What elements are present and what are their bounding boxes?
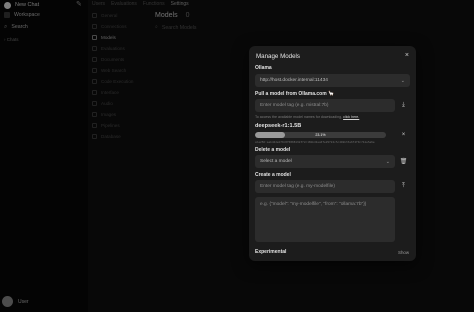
create-model-placeholder: Enter model tag (e.g. my-modelfile)	[260, 184, 335, 189]
create-model-input[interactable]: Enter model tag (e.g. my-modelfile)	[255, 180, 395, 193]
pull-digest: sha256:aabd4debf0c8f08881923f2c18bbd2aa0…	[255, 140, 375, 144]
ollama-url-select[interactable]: http://host.docker.internal:11434 ⌄	[255, 74, 410, 87]
pull-model-label: Pull a model from Ollama.com 🦙	[255, 91, 334, 97]
ollama-logo-icon: 🦙	[328, 91, 335, 97]
show-experimental-button[interactable]: Show	[398, 250, 409, 255]
pull-model-name: deepseek-r1:1.5B	[255, 123, 302, 129]
pull-model-placeholder: Enter model tag (e.g. mistral:7b)	[260, 103, 329, 108]
click-here-link[interactable]: click here.	[343, 115, 359, 119]
ollama-url-value: http://host.docker.internal:11434	[260, 78, 328, 83]
ollama-label: Ollama	[255, 65, 272, 71]
modelfile-placeholder: e.g. {"model": "my-modelfile", "from": "…	[260, 202, 367, 207]
pull-progress-bar: 23.1%	[255, 132, 386, 138]
close-icon[interactable]: ×	[405, 52, 409, 59]
pull-progress-label: 23.1%	[315, 133, 326, 137]
pull-hint: To access the available model names for …	[255, 115, 359, 119]
experimental-label: Experimental	[255, 249, 287, 255]
pull-model-input[interactable]: Enter model tag (e.g. mistral:7b)	[255, 99, 395, 112]
manage-models-modal: Manage Models × Ollama http://host.docke…	[249, 46, 416, 261]
download-icon[interactable]: ⤓	[398, 100, 409, 111]
create-model-label: Create a model	[255, 172, 291, 178]
upload-icon[interactable]: ⤒	[398, 181, 409, 192]
pull-model-label-text: Pull a model from Ollama.com	[255, 91, 327, 97]
chevron-down-icon: ⌄	[385, 158, 390, 165]
close-icon[interactable]: ×	[398, 129, 409, 140]
trash-icon[interactable]: 🗑	[398, 156, 409, 167]
modal-title: Manage Models	[256, 53, 301, 60]
modelfile-textarea[interactable]: e.g. {"model": "my-modelfile", "from": "…	[255, 197, 395, 242]
chevron-down-icon: ⌄	[400, 77, 405, 84]
pull-hint-text: To access the available model names for …	[255, 115, 343, 119]
select-model-placeholder: Select a model	[260, 159, 292, 164]
delete-model-label: Delete a model	[255, 147, 291, 153]
delete-model-select[interactable]: Select a model ⌄	[255, 155, 395, 168]
